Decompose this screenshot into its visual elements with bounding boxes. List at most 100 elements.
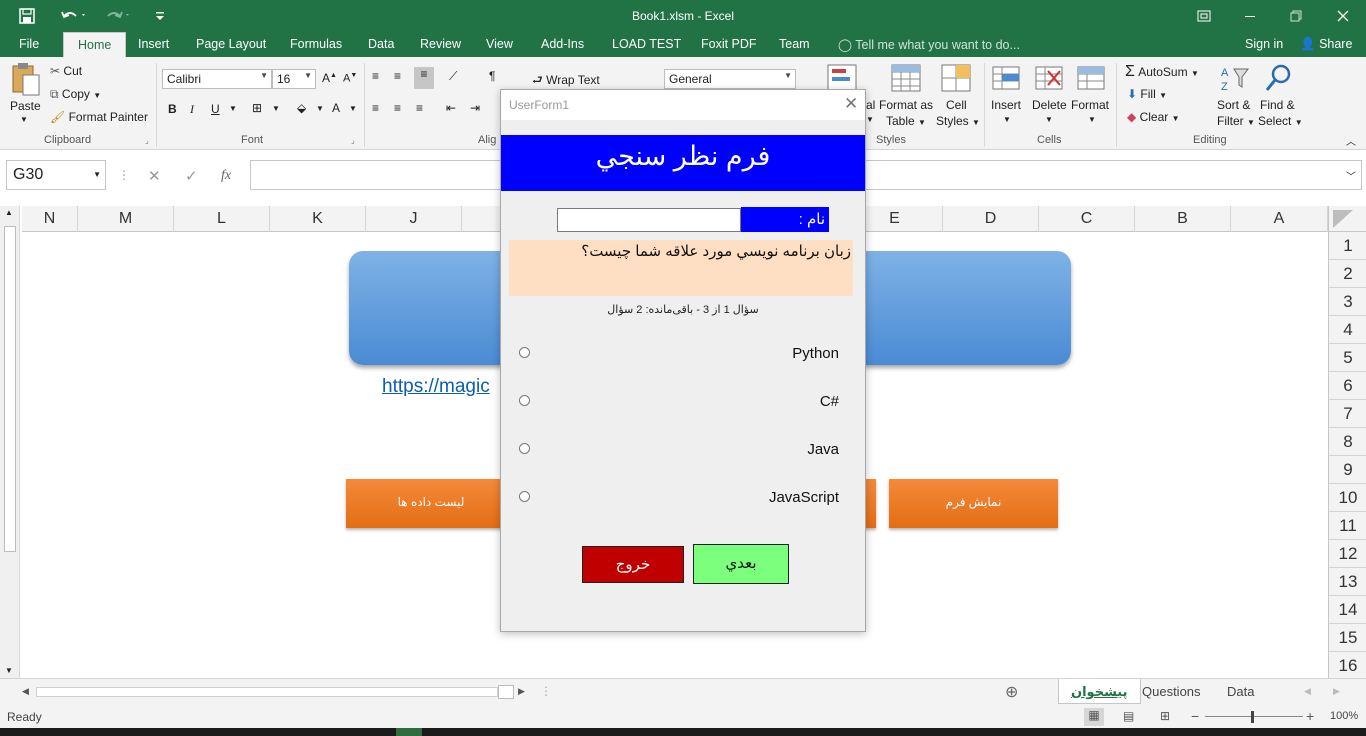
insert-label[interactable]: Insert (991, 98, 1021, 112)
row-header[interactable]: 6 (1329, 372, 1366, 400)
collapse-ribbon-icon[interactable]: ︿ (1346, 133, 1356, 148)
restore-icon[interactable] (1286, 6, 1306, 26)
row-header[interactable]: 16 (1329, 652, 1366, 680)
tab-file[interactable]: File (19, 37, 39, 51)
radio-button[interactable] (519, 443, 530, 454)
format-dropdown-icon[interactable]: ▼ (1088, 115, 1096, 124)
align-left-icon[interactable]: ≡ (372, 101, 379, 115)
row-header[interactable]: 3 (1329, 288, 1366, 316)
sort-filter-icon[interactable]: AZ (1220, 63, 1250, 96)
clipboard-launcher-icon[interactable]: ⌟ (145, 136, 149, 145)
orientation-icon[interactable]: ⟋ (449, 69, 457, 84)
prev-sheet-icon[interactable]: ◀ (1304, 686, 1311, 697)
row-header[interactable]: 8 (1329, 428, 1366, 456)
show-form-button[interactable]: نمایش فرم (889, 479, 1058, 528)
taskbar-excel-item[interactable] (396, 728, 422, 736)
cut-button[interactable]: ✂ Cut (50, 64, 82, 78)
delete-label[interactable]: Delete (1032, 98, 1067, 112)
zoom-out-icon[interactable]: − (1191, 708, 1199, 724)
align-top-icon[interactable]: ≡ (372, 69, 379, 83)
next-button[interactable]: بعدي (693, 544, 789, 584)
font-color-icon[interactable]: A (332, 101, 340, 115)
delete-dropdown-icon[interactable]: ▼ (1045, 115, 1053, 124)
tab-foxit-pdf[interactable]: Foxit PDF (701, 37, 757, 51)
radio-button[interactable] (519, 395, 530, 406)
horizontal-scroll-thumb[interactable] (498, 685, 514, 699)
name-input[interactable] (557, 208, 741, 232)
column-header[interactable]: C (1039, 206, 1135, 232)
sort-filter-label-1[interactable]: Sort & (1217, 98, 1250, 112)
align-bottom-icon[interactable]: ≡ (414, 67, 434, 89)
zoom-level[interactable]: 100% (1330, 710, 1358, 722)
splitter-icon[interactable]: ⋮ (540, 684, 552, 698)
name-box[interactable]: G30 ▼ (6, 160, 106, 190)
copy-button[interactable]: ⧉ Copy ▼ (50, 87, 101, 102)
column-header[interactable]: N (22, 206, 78, 232)
font-color-dropdown-icon[interactable]: ▼ (349, 104, 357, 113)
align-right-icon[interactable]: ≡ (416, 101, 423, 115)
insert-cells-icon[interactable] (991, 63, 1021, 96)
scroll-left-icon[interactable]: ◀ (22, 686, 29, 697)
borders-icon[interactable]: ⊞ (252, 101, 262, 115)
insert-function-icon[interactable]: fx (221, 168, 231, 184)
new-sheet-icon[interactable]: ⊕ (1005, 682, 1018, 702)
column-header[interactable]: A (1231, 206, 1328, 232)
delete-cells-icon[interactable] (1034, 63, 1064, 96)
page-break-view-icon[interactable]: ⊞ (1160, 709, 1170, 723)
cancel-entry-icon[interactable]: ✕ (148, 167, 161, 185)
number-format-combo[interactable]: General ▼ (664, 69, 796, 89)
enter-entry-icon[interactable]: ✓ (185, 167, 198, 185)
autosum-button[interactable]: Σ AutoSum ▼ (1125, 63, 1199, 81)
underline-button[interactable]: U (211, 102, 220, 116)
find-select-label-1[interactable]: Find & (1260, 98, 1295, 112)
column-header[interactable]: J (366, 206, 462, 232)
tab-home[interactable]: Home (63, 32, 127, 57)
find-select-icon[interactable] (1264, 63, 1294, 96)
tab-add-ins[interactable]: Add-Ins (541, 37, 584, 51)
tab-data[interactable]: Data (368, 37, 394, 51)
format-as-table-label-1[interactable]: Format as (879, 98, 933, 112)
option-radio-javascript[interactable]: JavaScript (517, 487, 841, 511)
expand-formula-icon[interactable]: ﹀ (1346, 168, 1356, 183)
radio-button[interactable] (519, 491, 530, 502)
paste-label[interactable]: Paste (10, 99, 41, 113)
row-header[interactable]: 1 (1329, 232, 1366, 260)
sheet-tab-dashboard[interactable]: پیشخوان (1058, 679, 1141, 704)
scroll-thumb[interactable] (4, 226, 16, 552)
zoom-slider-thumb[interactable] (1251, 711, 1254, 723)
zoom-slider[interactable] (1205, 716, 1303, 717)
font-launcher-icon[interactable]: ⌟ (351, 136, 355, 145)
page-layout-view-icon[interactable]: ▤ (1123, 709, 1134, 723)
close-icon[interactable]: ✕ (844, 94, 858, 114)
row-header[interactable]: 15 (1329, 624, 1366, 652)
text-direction-icon[interactable]: ¶ (489, 69, 495, 83)
row-header[interactable]: 2 (1329, 260, 1366, 288)
row-header[interactable]: 4 (1329, 316, 1366, 344)
ribbon-display-icon[interactable] (1194, 6, 1214, 26)
paste-icon[interactable] (10, 61, 42, 100)
data-list-button[interactable]: لیست داده ها (346, 479, 516, 528)
format-as-table-label-2[interactable]: Table ▼ (886, 114, 926, 128)
column-header[interactable]: D (943, 206, 1039, 232)
tab-insert[interactable]: Insert (138, 37, 169, 51)
row-header[interactable]: 10 (1329, 484, 1366, 512)
italic-button[interactable]: I (190, 102, 194, 117)
horizontal-scrollbar[interactable] (36, 687, 498, 697)
grow-font-icon[interactable]: A▲ (322, 71, 337, 85)
row-header[interactable]: 14 (1329, 596, 1366, 624)
tab-view[interactable]: View (486, 37, 513, 51)
cell-styles-icon[interactable] (940, 63, 972, 96)
format-painter-button[interactable]: 🖌 Format Painter (50, 110, 148, 124)
column-header[interactable]: K (270, 206, 366, 232)
underline-dropdown-icon[interactable]: ▼ (229, 104, 237, 113)
fill-button[interactable]: ⬇ Fill ▼ (1127, 87, 1167, 101)
radio-button[interactable] (519, 347, 530, 358)
exit-button[interactable]: خروج (582, 546, 684, 583)
cell-styles-label-2[interactable]: Styles ▼ (936, 114, 980, 128)
tab-team[interactable]: Team (779, 37, 810, 51)
row-header[interactable]: 13 (1329, 568, 1366, 596)
font-name-combo[interactable]: Calibri ▼ (162, 69, 272, 89)
row-header[interactable]: 9 (1329, 456, 1366, 484)
conditional-dropdown-icon[interactable]: ▼ (866, 115, 874, 124)
align-center-icon[interactable]: ≡ (394, 101, 401, 115)
